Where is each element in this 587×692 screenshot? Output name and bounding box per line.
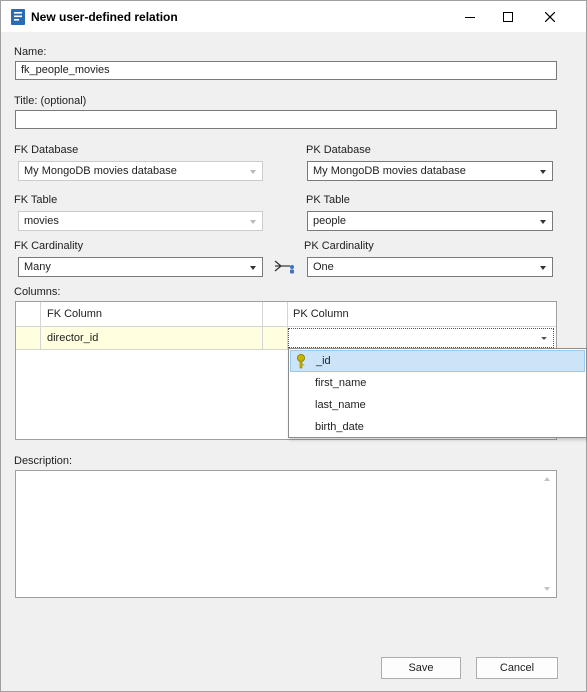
scroll-down-icon[interactable] [544, 587, 550, 591]
spacer-cell [263, 327, 288, 349]
pk-column-header[interactable]: PK Column [288, 302, 556, 326]
spacer-column [263, 302, 288, 326]
chevron-down-icon [540, 220, 546, 224]
save-button[interactable]: Save [381, 657, 461, 679]
pk-database-value: My MongoDB movies database [313, 165, 466, 177]
dropdown-option-id[interactable]: _id [290, 350, 585, 372]
cancel-button[interactable]: Cancel [476, 657, 558, 679]
dropdown-option-last-name[interactable]: last_name [290, 394, 585, 416]
description-label: Description: [14, 455, 73, 467]
pk-column-header-label: PK Column [293, 308, 349, 320]
chevron-down-icon [250, 266, 256, 270]
minimize-icon [465, 16, 475, 18]
pk-database-label: PK Database [306, 144, 371, 156]
title-bar: New user-defined relation [1, 1, 586, 32]
maximize-button[interactable] [486, 1, 530, 32]
dropdown-option-first-name[interactable]: first_name [290, 372, 585, 394]
name-label: Name: [14, 46, 47, 58]
fk-column-cell[interactable]: director_id [41, 327, 263, 349]
chevron-down-icon [250, 220, 256, 224]
app-icon [11, 9, 25, 25]
chevron-down-icon [540, 170, 546, 174]
pk-column-dropdown-list[interactable]: _id first_name last_name birth_date [288, 348, 587, 438]
pk-table-label: PK Table [306, 194, 350, 206]
dropdown-option-label: _id [316, 355, 331, 367]
fk-cardinality-select[interactable]: Many [18, 257, 263, 277]
chevron-down-icon [540, 266, 546, 270]
row-header-column [16, 302, 41, 326]
description-textarea[interactable] [15, 470, 557, 598]
name-value: fk_people_movies [21, 64, 110, 76]
fk-database-select[interactable]: My MongoDB movies database [18, 161, 263, 181]
dropdown-option-label: birth_date [315, 421, 364, 433]
close-icon [545, 11, 555, 22]
fk-column-value: director_id [47, 332, 99, 344]
fk-column-header[interactable]: FK Column [41, 302, 263, 326]
pk-column-cell[interactable] [288, 327, 556, 349]
maximize-icon [503, 11, 513, 22]
dropdown-option-birth-date[interactable]: birth_date [290, 416, 585, 438]
relation-icon [274, 260, 294, 274]
columns-label: Columns: [14, 286, 61, 298]
grid-header: FK Column PK Column [16, 302, 556, 327]
pk-column-editor[interactable] [288, 328, 554, 348]
fk-table-label: FK Table [14, 194, 58, 206]
name-input[interactable]: fk_people_movies [15, 61, 557, 80]
dialog-window: New user-defined relation Name: fk_peopl… [0, 0, 587, 692]
fk-column-header-label: FK Column [47, 308, 103, 320]
table-row[interactable]: director_id [16, 327, 556, 350]
row-selector[interactable] [16, 327, 41, 349]
description-scrollbar[interactable] [539, 471, 556, 597]
primary-key-icon [297, 354, 305, 369]
dropdown-option-label: first_name [315, 377, 367, 389]
close-button[interactable] [528, 1, 572, 32]
fk-table-value: movies [24, 215, 59, 227]
pk-cardinality-label: PK Cardinality [304, 240, 374, 252]
pk-cardinality-select[interactable]: One [307, 257, 553, 277]
pk-cardinality-value: One [313, 261, 334, 273]
pk-table-value: people [313, 215, 347, 227]
title-input[interactable] [15, 110, 557, 129]
pk-database-select[interactable]: My MongoDB movies database [307, 161, 553, 181]
window-title: New user-defined relation [31, 10, 178, 24]
pk-table-select[interactable]: people [307, 211, 553, 231]
scroll-up-icon[interactable] [544, 477, 550, 481]
fk-table-select[interactable]: movies [18, 211, 263, 231]
fk-cardinality-label: FK Cardinality [14, 240, 84, 252]
title-label: Title: (optional) [14, 95, 87, 107]
fk-database-value: My MongoDB movies database [24, 165, 177, 177]
chevron-down-icon[interactable] [541, 337, 547, 340]
chevron-down-icon [250, 170, 256, 174]
dropdown-option-label: last_name [315, 399, 366, 411]
fk-cardinality-value: Many [24, 261, 51, 273]
fk-database-label: FK Database [14, 144, 79, 156]
